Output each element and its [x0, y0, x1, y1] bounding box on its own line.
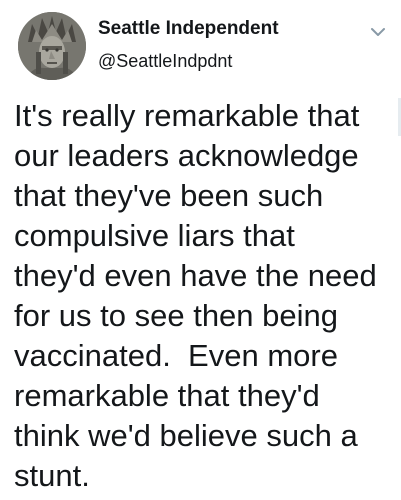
tweet-text-line: stunt. [14, 458, 90, 493]
tweet-text-line: they'd even have the need [14, 258, 377, 293]
tweet-text-line: remarkable that they'd [14, 378, 320, 413]
tweet-text-line: compulsive liars that [14, 218, 295, 253]
tweet-text-line: vaccinated. Even more [14, 338, 338, 373]
tweet-text-line: think we'd believe such a [14, 418, 358, 453]
tweet-text-line: our leaders acknowledge [14, 138, 359, 173]
avatar[interactable] [18, 12, 86, 80]
tweet-text-line: It's really remarkable that [14, 98, 360, 133]
tweet-text: It's really remarkable that our leaders … [14, 96, 394, 496]
tweet-menu-button[interactable] [368, 22, 388, 42]
display-name[interactable]: Seattle Independent [98, 18, 279, 40]
tweet-card: Seattle Independent @SeattleIndpdnt It's… [0, 0, 401, 500]
tweet-text-line: that they've been such [14, 178, 324, 213]
tweet-text-line: for us to see then being [14, 298, 339, 333]
chevron-down-icon [371, 28, 385, 36]
statue-portrait-avatar-icon [18, 12, 86, 80]
user-handle[interactable]: @SeattleIndpdnt [98, 51, 232, 72]
